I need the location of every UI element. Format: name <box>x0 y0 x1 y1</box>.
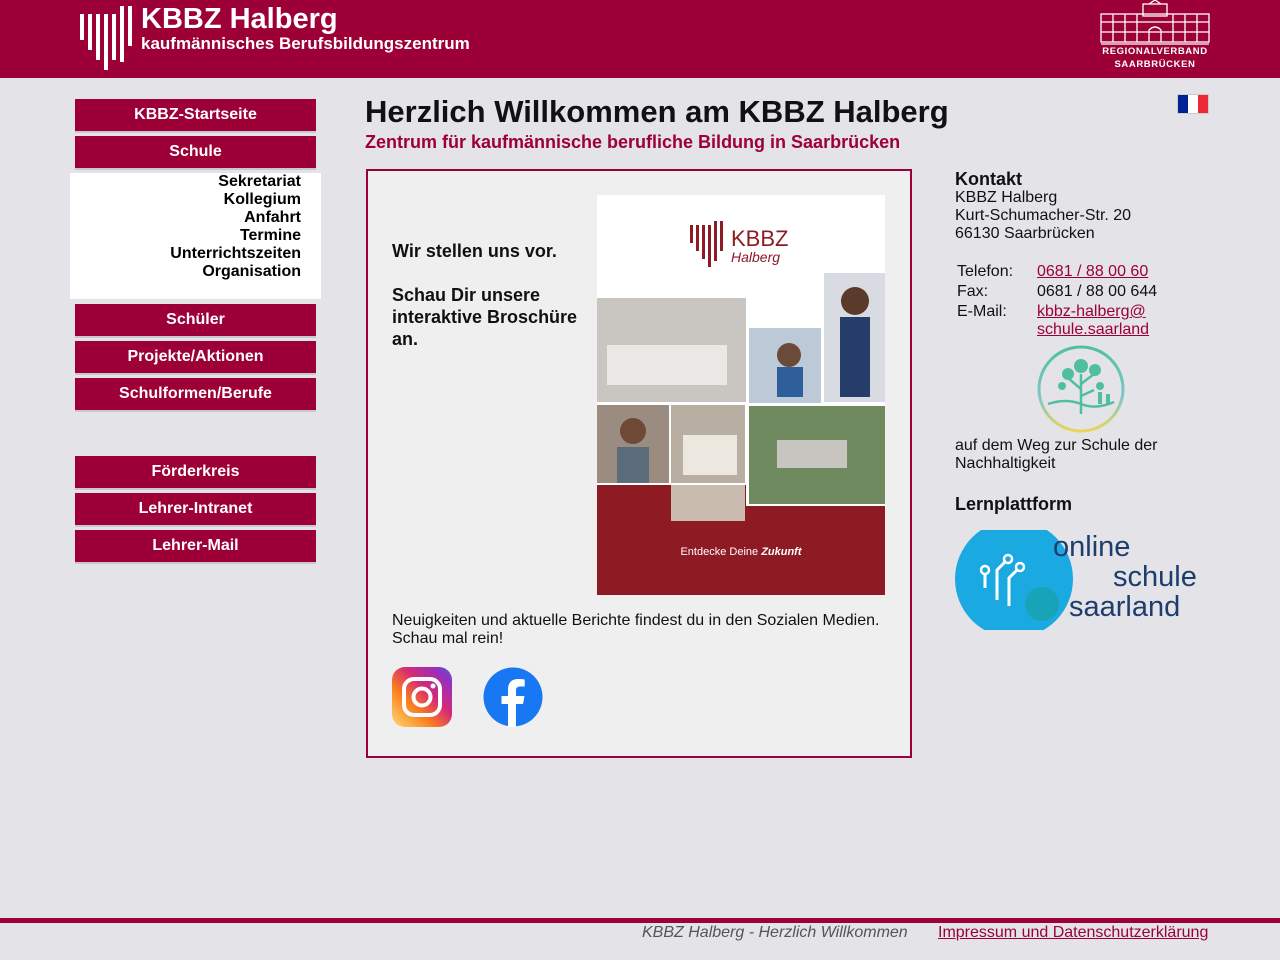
brochure-logo-text: KBBZ <box>731 226 789 251</box>
intro-heading: Wir stellen uns vor. <box>392 241 557 261</box>
nav-schueler[interactable]: Schüler <box>75 304 316 336</box>
contact-street: Kurt-Schumacher-Str. 20 <box>955 207 1132 224</box>
brochure-caption-emphasis: Zukunft <box>761 546 802 558</box>
site-title: KBBZ Halberg <box>141 3 338 35</box>
phone-label: Telefon: <box>957 263 1014 280</box>
submenu-unterrichtszeiten[interactable]: Unterrichtszeiten <box>170 245 301 263</box>
brochure-invitation: Schau Dir unsere interaktive Broschüre a… <box>392 285 578 349</box>
email-link-part1[interactable]: kbbz-halberg@ <box>1037 303 1146 321</box>
page-title: Herzlich Willkommen am KBBZ Halberg <box>365 94 949 129</box>
instagram-icon[interactable] <box>392 667 452 727</box>
nav-foerderkreis[interactable]: Förderkreis <box>75 456 316 488</box>
contact-name: KBBZ Halberg <box>955 189 1058 206</box>
online-schule-saarland-link[interactable]: online schule saarland <box>955 530 1210 630</box>
impressum-link[interactable]: Impressum und Datenschutzerklärung <box>938 924 1208 942</box>
site-header: KBBZ Halberg kaufmännisches Berufsbildun… <box>0 0 1280 78</box>
page-subtitle: Zentrum für kaufmännische berufliche Bil… <box>365 132 901 152</box>
nav-lehrer-intranet[interactable]: Lehrer-Intranet <box>75 493 316 525</box>
partner-name-line2: SAARBRÜCKEN <box>1114 59 1196 70</box>
schule-submenu: Sekretariat Kollegium Anfahrt Termine Un… <box>70 173 321 299</box>
fax-label: Fax: <box>957 283 989 300</box>
nav-schule[interactable]: Schule <box>75 136 316 168</box>
contact-city: 66130 Saarbrücken <box>955 225 1095 242</box>
nav-lehrer-mail[interactable]: Lehrer-Mail <box>75 530 316 562</box>
footer-divider <box>0 918 1280 923</box>
brochure-caption: Entdecke Deine Zukunft <box>597 545 885 559</box>
online-logo-line2: schule <box>1113 561 1197 593</box>
site-subtitle: kaufmännisches Berufsbildungszentrum <box>141 34 470 53</box>
submenu-anfahrt[interactable]: Anfahrt <box>244 209 301 227</box>
footer-page-name: KBBZ Halberg - Herzlich Willkommen <box>642 924 908 941</box>
submenu-kollegium[interactable]: Kollegium <box>224 191 301 209</box>
online-logo-line1: online <box>1053 531 1131 563</box>
french-flag-icon[interactable] <box>1177 94 1209 114</box>
nav-schulformen[interactable]: Schulformen/Berufe <box>75 378 316 410</box>
facebook-icon[interactable] <box>483 667 543 727</box>
brochure-logo-subtext: Halberg <box>731 249 781 265</box>
sustainability-text: auf dem Weg zur Schule der Nachhaltigkei… <box>955 437 1158 472</box>
brochure-cover-link[interactable]: KBBZ Halberg Entdecke Deine Zukunft <box>597 195 885 595</box>
lernplattform-heading: Lernplattform <box>955 494 1072 514</box>
fax-number: 0681 / 88 00 644 <box>1037 283 1158 300</box>
nav-projekte[interactable]: Projekte/Aktionen <box>75 341 316 373</box>
submenu-termine[interactable]: Termine <box>240 227 301 245</box>
submenu-sekretariat[interactable]: Sekretariat <box>218 173 301 191</box>
email-label: E-Mail: <box>957 303 1007 320</box>
brochure-caption-text: Entdecke Deine <box>680 546 762 558</box>
social-media-text: Neuigkeiten und aktuelle Berichte findes… <box>392 612 880 647</box>
email-link-part2[interactable]: schule.saarland <box>1037 321 1149 339</box>
online-logo-line3: saarland <box>1069 591 1181 623</box>
sustainability-tree-icon[interactable] <box>1036 344 1126 434</box>
nav-startseite[interactable]: KBBZ-Startseite <box>75 99 316 131</box>
contact-heading: Kontakt <box>955 169 1022 189</box>
partner-name-line1: REGIONALVERBAND <box>1102 46 1208 57</box>
kbbz-logo-icon[interactable] <box>80 6 132 70</box>
phone-link[interactable]: 0681 / 88 00 60 <box>1037 263 1148 281</box>
submenu-organisation[interactable]: Organisation <box>202 263 301 281</box>
